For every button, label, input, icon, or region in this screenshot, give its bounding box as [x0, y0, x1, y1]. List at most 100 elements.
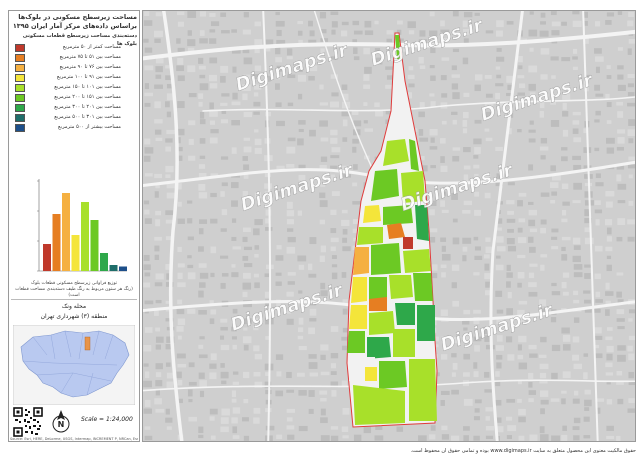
basemap-block: [473, 435, 480, 441]
basemap-block: [286, 210, 295, 217]
basemap-block: [232, 246, 241, 250]
basemap-block: [176, 65, 185, 72]
parcel: [357, 227, 383, 245]
basemap-block: [143, 20, 153, 26]
basemap-block: [529, 228, 538, 233]
basemap-block: [275, 47, 281, 55]
basemap-block: [594, 147, 600, 152]
basemap-block: [572, 56, 578, 60]
copyright-footer: حقوق مالکیت معنوی این محصول متعلق به سای…: [410, 448, 636, 454]
basemap-block: [297, 30, 303, 36]
basemap-block: [309, 237, 317, 245]
basemap-block: [155, 273, 164, 280]
basemap-block: [253, 345, 260, 352]
basemap-block: [463, 111, 469, 119]
basemap-block: [484, 263, 490, 271]
basemap-block: [606, 120, 612, 124]
basemap-block: [429, 11, 435, 17]
legend-swatch: [15, 114, 25, 122]
basemap-block: [584, 273, 591, 279]
qr-dot: [16, 410, 20, 414]
basemap-block: [484, 273, 491, 280]
basemap-block: [243, 227, 251, 232]
basemap-block: [617, 11, 623, 15]
basemap-block: [452, 155, 460, 162]
legend-subtitle: براساس داده‌های مرکز آمار ایران ۱۳۹۵: [12, 22, 137, 30]
basemap-block: [540, 137, 548, 144]
basemap-block: [573, 164, 582, 171]
basemap-block: [628, 353, 635, 361]
basemap-block: [485, 435, 494, 440]
legend-swatch: [15, 64, 25, 72]
basemap-block: [155, 363, 163, 370]
basemap-block: [539, 390, 549, 397]
basemap-block: [364, 30, 374, 36]
basemap-block: [363, 102, 368, 106]
basemap-block: [209, 102, 214, 110]
basemap-block: [616, 101, 623, 106]
basemap-block: [441, 120, 447, 125]
basemap-block: [188, 362, 195, 368]
basemap-block: [605, 219, 613, 226]
basemap-block: [198, 344, 204, 349]
legend-swatch: [15, 84, 25, 92]
basemap-block: [220, 12, 227, 17]
basemap-block: [308, 362, 318, 369]
basemap-block: [605, 291, 614, 296]
basemap-block: [451, 282, 457, 289]
basemap-block: [605, 336, 613, 341]
map-scale: Scale = 1:24,000: [81, 416, 133, 423]
basemap-block: [330, 353, 339, 359]
basemap-block: [177, 335, 182, 340]
basemap-block: [154, 191, 159, 198]
basemap-block: [451, 264, 460, 271]
legend-item: مساحت بین ۷۶ تا ۹۰ مترمربع: [15, 64, 137, 72]
basemap-block: [594, 119, 600, 123]
basemap-block: [386, 30, 394, 35]
basemap-block: [606, 264, 612, 272]
basemap-block: [628, 309, 635, 314]
basemap-block: [198, 93, 204, 99]
basemap-block: [452, 237, 460, 245]
basemap-block: [485, 30, 494, 34]
basemap-block: [452, 147, 461, 151]
basemap-block: [441, 57, 450, 61]
basemap-block: [485, 281, 490, 288]
basemap-block: [177, 201, 182, 207]
legend-item-label: مساحت بین ۵۱ تا ۷۵ مترمربع: [59, 54, 121, 60]
basemap-block: [430, 137, 435, 143]
basemap-block: [342, 246, 351, 252]
basemap-block: [463, 435, 469, 441]
basemap-block: [573, 264, 583, 270]
basemap-block: [528, 272, 535, 279]
parcel: [403, 237, 413, 249]
basemap-block: [518, 416, 526, 423]
basemap-block: [199, 219, 208, 224]
parcel: [369, 311, 395, 335]
basemap-block: [374, 20, 379, 25]
basemap-block: [628, 39, 635, 44]
basemap-block: [353, 56, 360, 61]
basemap-block: [429, 65, 435, 69]
basemap-block: [177, 218, 185, 224]
basemap-block: [627, 164, 635, 169]
basemap-block: [517, 200, 523, 207]
basemap-block: [583, 11, 588, 18]
basemap-block: [540, 219, 547, 225]
basemap-block: [319, 120, 328, 127]
parcel: [365, 367, 377, 381]
basemap-block: [199, 272, 209, 279]
basemap-block: [595, 219, 600, 226]
basemap-block: [584, 227, 590, 233]
basemap-block: [528, 29, 538, 37]
basemap-block: [286, 48, 293, 56]
basemap-block: [606, 353, 613, 361]
basemap-block: [573, 299, 580, 304]
basemap-block: [144, 65, 154, 71]
basemap-block: [165, 417, 173, 423]
basemap-block: [473, 164, 480, 169]
basemap-block: [253, 417, 260, 424]
basemap-block: [430, 425, 436, 431]
basemap-block: [320, 371, 330, 376]
basemap-block: [507, 245, 517, 252]
